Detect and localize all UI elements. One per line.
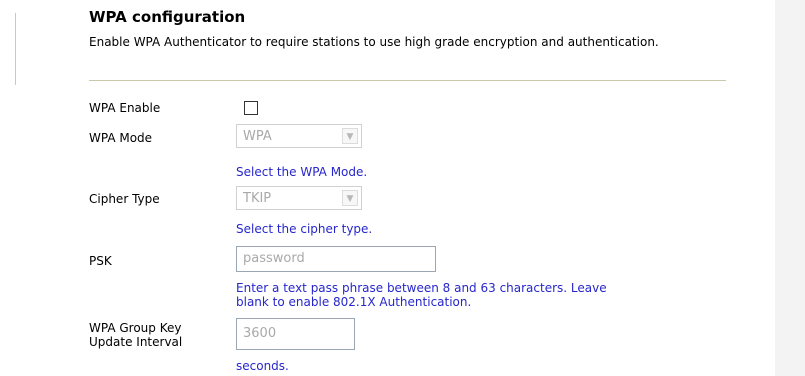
chevron-down-icon[interactable]: ▼: [342, 128, 358, 144]
wpa-enable-checkbox[interactable]: [244, 101, 258, 115]
wpa-mode-select[interactable]: WPA ▼: [236, 124, 362, 148]
section-divider: [89, 80, 726, 81]
group-key-label-line2: Update Interval: [89, 335, 183, 349]
wpa-mode-value: WPA: [243, 129, 272, 144]
group-key-interval-input[interactable]: 3600: [236, 318, 355, 350]
cipher-type-hint: Select the cipher type.: [236, 222, 373, 236]
section-description: Enable WPA Authenticator to require stat…: [89, 35, 659, 49]
left-rule: [15, 13, 16, 85]
psk-hint-line2: blank to enable 802.1X Authentication.: [236, 295, 472, 309]
psk-label: PSK: [89, 254, 112, 268]
cipher-type-label: Cipher Type: [89, 192, 160, 206]
psk-input[interactable]: password: [236, 246, 436, 272]
wpa-mode-label: WPA Mode: [89, 131, 153, 145]
wpa-enable-label: WPA Enable: [89, 101, 161, 115]
right-panel: [775, 0, 805, 376]
chevron-down-icon[interactable]: ▼: [342, 190, 358, 206]
group-key-label-line1: WPA Group Key: [89, 321, 182, 335]
psk-hint-line1: Enter a text pass phrase between 8 and 6…: [236, 281, 607, 295]
group-key-hint: seconds.: [236, 359, 289, 373]
section-title: WPA configuration: [89, 8, 246, 26]
cipher-type-select[interactable]: TKIP ▼: [236, 186, 362, 210]
cipher-type-value: TKIP: [243, 191, 272, 206]
wpa-mode-hint: Select the WPA Mode.: [236, 165, 368, 179]
